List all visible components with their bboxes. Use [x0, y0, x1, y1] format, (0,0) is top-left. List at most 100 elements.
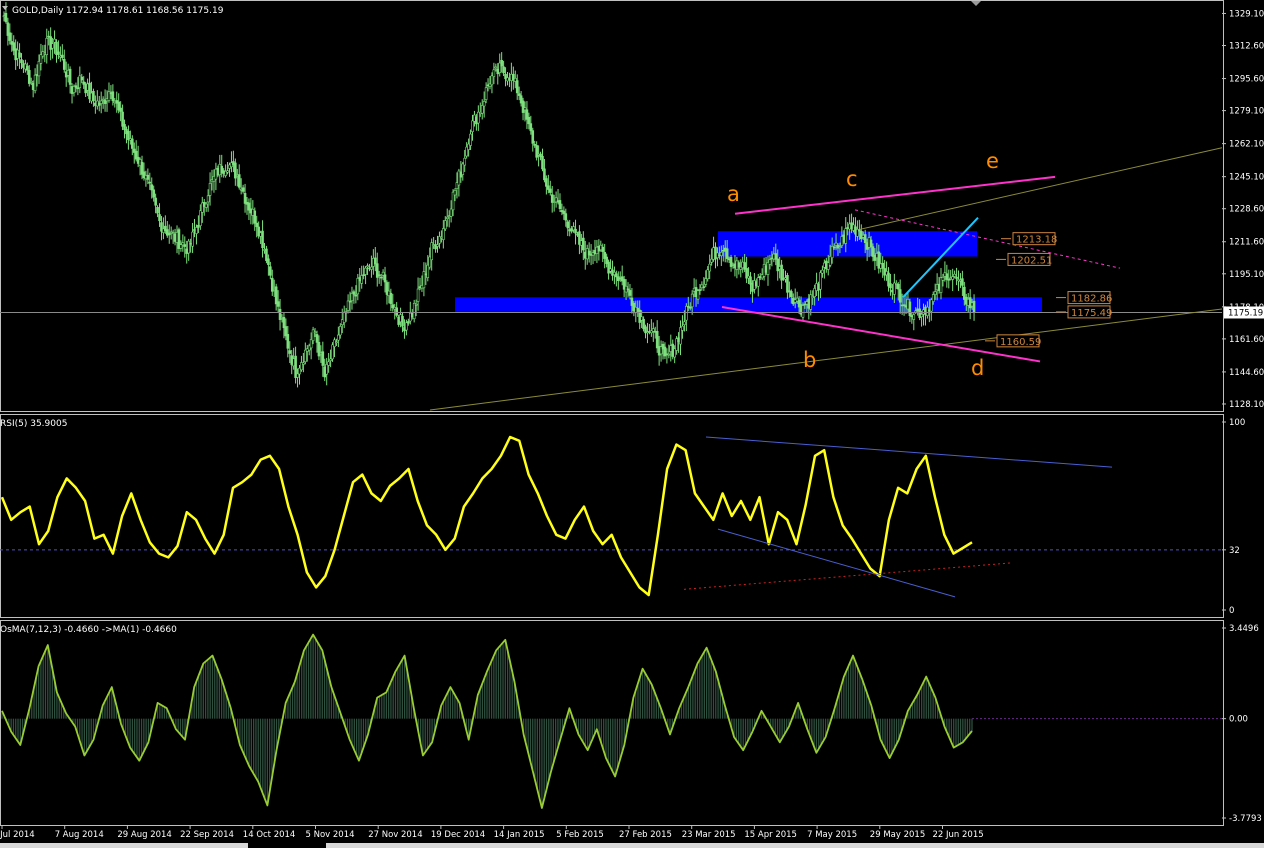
candle-body: [920, 314, 923, 317]
time-tick-label: 3 Jul 2014: [0, 830, 35, 840]
candle-body: [527, 116, 531, 125]
price-tick-label: 1245.10: [1229, 173, 1264, 183]
price-tick-label: 1144.60: [1229, 368, 1264, 378]
candle-body: [255, 222, 259, 228]
candle-body: [33, 74, 37, 91]
price-level-label: 1160.59: [1000, 337, 1041, 348]
candle-body: [502, 66, 505, 74]
candle-body: [708, 263, 711, 272]
candle-body: [543, 168, 546, 181]
time-tick-label: 27 Feb 2015: [619, 830, 672, 840]
candle-body: [933, 291, 937, 295]
candle-body: [195, 227, 198, 234]
candle-body: [517, 93, 521, 96]
candle-body: [146, 174, 150, 180]
candle-body: [548, 188, 552, 193]
candle-body: [780, 264, 783, 281]
candle-body: [199, 210, 202, 226]
candle-body: [62, 58, 66, 70]
candle-body: [348, 300, 352, 303]
candle-body: [863, 234, 867, 244]
candle-body: [206, 195, 210, 203]
candle-body: [725, 248, 729, 259]
rsi-lower-trendline: [717, 528, 956, 598]
candle-body: [74, 85, 78, 88]
candle-body: [276, 301, 280, 307]
price-tick-label: 1228.60: [1229, 205, 1264, 215]
candle-body: [327, 361, 330, 366]
candle-body: [869, 239, 873, 248]
osma-tick-label: -3.7793: [1229, 814, 1262, 824]
candle-body: [535, 145, 538, 158]
price-level-label: 1182.86: [1071, 294, 1112, 305]
candle-body: [123, 124, 126, 130]
candle-body: [150, 184, 154, 191]
candle-body: [261, 230, 264, 249]
long-trendline-upper: [859, 147, 1223, 230]
candle-body: [500, 59, 503, 67]
candle-body: [304, 349, 307, 363]
time-tick-label: 19 Dec 2014: [431, 830, 485, 840]
candle-body: [395, 307, 398, 316]
wave-label-d: d: [971, 356, 984, 380]
osma-tick-label: 3.4496: [1229, 624, 1259, 634]
menu-arrow-icon[interactable]: [2, 6, 8, 10]
support-zone: [455, 297, 1042, 312]
gold-daily-chart[interactable]: 1329.10 1312.60 1295.60 1279.10 1262.10 1245.…: [0, 0, 1264, 848]
rsi-dotted-trendline: [683, 562, 1011, 590]
candle-body: [461, 163, 465, 175]
candle-body: [601, 246, 605, 252]
candle-body: [80, 76, 84, 81]
candle-body: [407, 321, 410, 324]
candle-body: [480, 105, 484, 114]
candle-body: [416, 288, 420, 302]
candle-body: [352, 291, 356, 295]
candle-body: [111, 91, 115, 102]
scroll-marker-icon[interactable]: [971, 1, 981, 6]
chart-title: GOLD,Daily: [12, 6, 64, 16]
candle-body: [57, 51, 60, 55]
candle-body: [374, 257, 377, 265]
price-tick-label: 1279.10: [1229, 107, 1264, 117]
candle-body: [574, 228, 577, 234]
rsi-tick-label: 100: [1229, 418, 1245, 428]
time-tick-label: 29 May 2015: [870, 830, 925, 840]
candle-body: [436, 244, 439, 247]
candle-body: [61, 54, 64, 58]
candle-body: [68, 68, 72, 85]
candle-body: [871, 246, 875, 257]
wave-label-b: b: [803, 348, 816, 372]
candle-body: [286, 334, 290, 349]
candle-body: [955, 276, 958, 279]
time-tick-label: 7 May 2015: [807, 830, 857, 840]
candle-body: [4, 12, 8, 22]
candle-body: [490, 75, 494, 86]
candle-body: [819, 272, 822, 290]
candle-body: [377, 274, 381, 276]
candle-body: [702, 286, 706, 288]
rsi-title: RSI(5) 35.9005: [0, 419, 67, 429]
osma-title: OsMA(7,12,3) -0.4660 ->MA(1) -0.4660: [0, 625, 177, 635]
time-tick-label: 5 Nov 2014: [306, 830, 355, 840]
candle-body: [729, 256, 733, 267]
candle-body: [101, 98, 105, 101]
candle-body: [628, 290, 632, 296]
candle-body: [947, 278, 951, 281]
time-tick-label: 22 Sep 2014: [180, 830, 234, 840]
candle-body: [545, 178, 548, 187]
time-tick-label: 5 Feb 2015: [556, 830, 604, 840]
candle-body: [896, 284, 900, 290]
time-tick-label: 29 Aug 2014: [117, 830, 171, 840]
price-tick-label: 1211.60: [1229, 238, 1264, 248]
time-tick-label: 23 Mar 2015: [682, 830, 736, 840]
rsi-tick-label: 0: [1229, 606, 1234, 616]
rsi-series: [0, 435, 1222, 598]
candle-body: [191, 231, 194, 247]
price-tick-label: 1262.10: [1229, 140, 1264, 150]
candle-body: [226, 170, 229, 173]
candle-body: [685, 305, 688, 321]
candle-body: [243, 193, 247, 204]
candle-body: [515, 80, 519, 94]
candle-body: [337, 334, 340, 341]
time-tick-label: 14 Oct 2014: [243, 830, 296, 840]
